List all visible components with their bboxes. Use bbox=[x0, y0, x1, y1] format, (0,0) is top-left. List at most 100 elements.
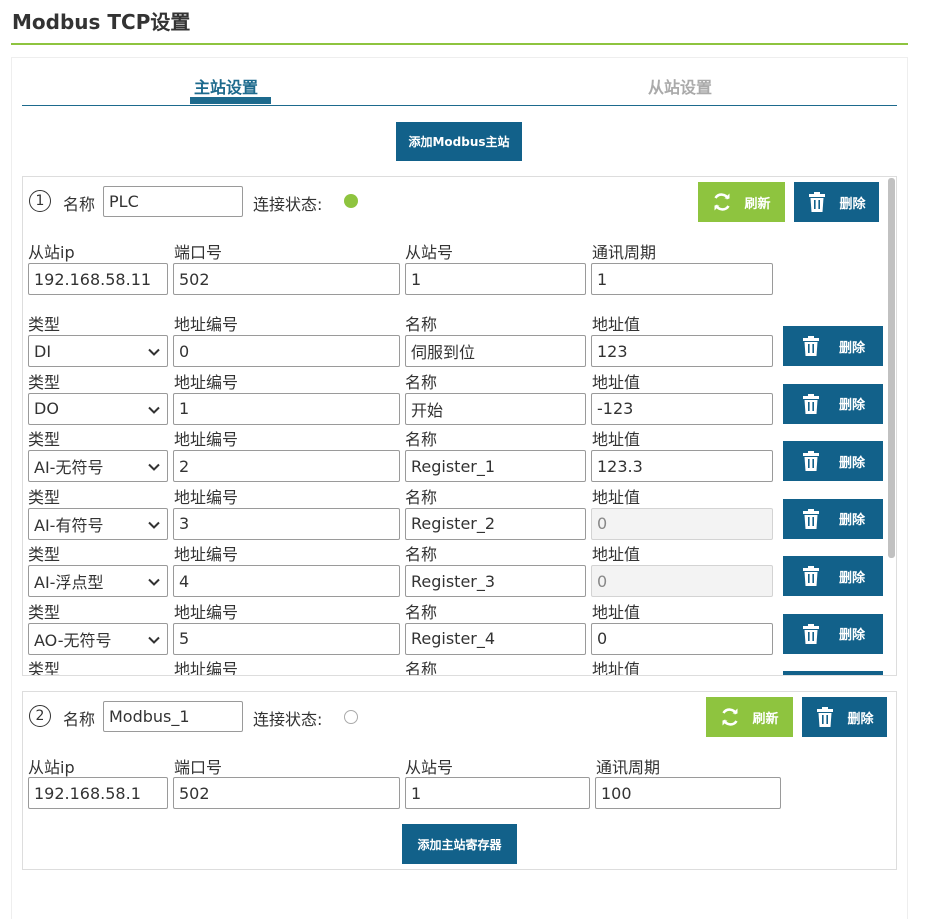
type-label: 类型 bbox=[28, 372, 61, 392]
slave-ip-input[interactable]: 192.168.58.1 bbox=[28, 777, 168, 809]
delete-register-button[interactable] bbox=[783, 671, 883, 675]
address-label: 地址编号 bbox=[174, 602, 239, 622]
value-label: 地址值 bbox=[592, 602, 641, 622]
refresh-icon bbox=[720, 707, 740, 727]
delete-register-button[interactable]: 删除 bbox=[783, 383, 883, 424]
refresh-button[interactable]: 刷新 bbox=[698, 182, 785, 222]
register-name-input[interactable]: Register_1 bbox=[405, 450, 586, 482]
period-input[interactable]: 1 bbox=[591, 263, 773, 295]
tab-bar: 主站设置 从站设置 bbox=[22, 68, 897, 106]
register-type-select[interactable]: AO-无符号 bbox=[28, 622, 168, 655]
register-name-input[interactable]: Register_2 bbox=[405, 507, 586, 540]
add-register-button[interactable]: 添加主站寄存器 bbox=[402, 824, 517, 864]
register-type-value: AI-浮点型 bbox=[34, 573, 104, 592]
scrollbar-thumb[interactable] bbox=[888, 178, 895, 558]
delete-register-button[interactable]: 删除 bbox=[783, 441, 883, 481]
refresh-label: 刷新 bbox=[752, 711, 779, 727]
register-value-input[interactable]: 0 bbox=[591, 622, 773, 655]
register-type-select[interactable]: AI-无符号 bbox=[28, 450, 168, 482]
refresh-label: 刷新 bbox=[744, 196, 771, 212]
register-name-input[interactable]: Register_3 bbox=[405, 565, 586, 597]
period-input[interactable]: 100 bbox=[595, 777, 781, 809]
delete-register-button[interactable]: 删除 bbox=[783, 613, 883, 654]
master-index-badge: 1 bbox=[29, 190, 51, 212]
trash-icon bbox=[807, 192, 827, 212]
status-connected-icon bbox=[344, 194, 358, 208]
register-address-input[interactable]: 0 bbox=[173, 335, 400, 367]
register-value-input[interactable]: 123.3 bbox=[591, 450, 773, 482]
delete-master-button[interactable]: 删除 bbox=[802, 697, 887, 737]
delete-register-button[interactable]: 删除 bbox=[783, 326, 883, 366]
slave-id-input[interactable]: 1 bbox=[405, 777, 590, 809]
register-name-input[interactable]: 开始 bbox=[405, 392, 586, 425]
trash-icon bbox=[801, 336, 821, 356]
port-input[interactable]: 502 bbox=[173, 777, 400, 809]
register-type-select[interactable]: DO bbox=[28, 392, 168, 425]
status-disconnected-icon bbox=[344, 710, 358, 724]
register-name-input[interactable]: 伺服到位 bbox=[405, 335, 586, 367]
address-label: 地址编号 bbox=[174, 545, 239, 564]
slave-ip-label: 从站ip bbox=[28, 243, 75, 262]
register-address-input[interactable]: 5 bbox=[173, 622, 400, 655]
chevron-down-icon bbox=[147, 344, 161, 358]
name-label: 名称 bbox=[63, 710, 96, 729]
type-label: 类型 bbox=[28, 602, 61, 622]
name-label: 名称 bbox=[63, 195, 96, 214]
slave-id-input[interactable]: 1 bbox=[405, 263, 586, 295]
register-name-input[interactable]: Register_4 bbox=[405, 622, 586, 655]
register-value-input[interactable]: -123 bbox=[591, 392, 773, 425]
delete-label: 删除 bbox=[838, 628, 865, 643]
chevron-down-icon bbox=[147, 517, 161, 531]
value-label: 地址值 bbox=[592, 660, 641, 676]
register-address-input[interactable]: 1 bbox=[173, 392, 400, 425]
connection-status-label: 连接状态: bbox=[253, 710, 323, 729]
title-divider bbox=[11, 43, 908, 45]
type-label: 类型 bbox=[28, 660, 61, 676]
value-label: 地址值 bbox=[592, 487, 641, 507]
active-tab-indicator bbox=[190, 97, 271, 104]
chevron-down-icon bbox=[147, 574, 161, 588]
delete-label: 删除 bbox=[838, 455, 865, 471]
tab-master-settings[interactable]: 主站设置 bbox=[194, 74, 258, 98]
trash-icon bbox=[815, 707, 835, 727]
register-type-value: AI-有符号 bbox=[34, 515, 104, 535]
type-label: 类型 bbox=[28, 430, 61, 449]
period-label: 通讯周期 bbox=[596, 758, 661, 777]
chevron-down-icon bbox=[147, 459, 161, 473]
address-label: 地址编号 bbox=[174, 430, 239, 449]
delete-register-button[interactable]: 删除 bbox=[783, 556, 883, 596]
delete-label: 删除 bbox=[838, 398, 865, 413]
page-title: Modbus TCP设置 bbox=[12, 10, 191, 34]
refresh-button[interactable]: 刷新 bbox=[706, 697, 793, 737]
trash-icon bbox=[801, 451, 821, 471]
delete-label: 删除 bbox=[838, 513, 865, 528]
chevron-down-icon bbox=[147, 402, 161, 416]
register-type-value: AO-无符号 bbox=[34, 630, 112, 650]
trash-icon bbox=[801, 566, 821, 586]
delete-register-button[interactable]: 删除 bbox=[783, 498, 883, 539]
add-master-button[interactable]: 添加Modbus主站 bbox=[396, 122, 522, 161]
slave-ip-input[interactable]: 192.168.58.11 bbox=[28, 263, 168, 295]
register-value-input[interactable]: 123 bbox=[591, 335, 773, 367]
delete-label: 删除 bbox=[838, 340, 865, 356]
register-type-value: DI bbox=[34, 341, 52, 361]
master-name-input[interactable]: PLC bbox=[103, 186, 243, 217]
tab-slave-settings[interactable]: 从站设置 bbox=[648, 74, 712, 98]
register-type-select[interactable]: DI bbox=[28, 335, 168, 367]
address-label: 地址编号 bbox=[174, 487, 239, 507]
master-name-input[interactable]: Modbus_1 bbox=[103, 701, 243, 732]
register-name-label: 名称 bbox=[405, 487, 438, 507]
register-address-input[interactable]: 4 bbox=[173, 565, 400, 597]
register-address-input[interactable]: 3 bbox=[173, 507, 400, 540]
port-input[interactable]: 502 bbox=[173, 263, 400, 295]
value-label: 地址值 bbox=[592, 315, 641, 334]
register-type-select[interactable]: AI-有符号 bbox=[28, 507, 168, 540]
register-type-select[interactable]: AI-浮点型 bbox=[28, 565, 168, 597]
register-address-input[interactable]: 2 bbox=[173, 450, 400, 482]
register-type-value: AI-无符号 bbox=[34, 458, 104, 477]
port-label: 端口号 bbox=[174, 243, 223, 262]
type-label: 类型 bbox=[28, 315, 61, 334]
delete-label: 删除 bbox=[847, 711, 874, 727]
delete-master-button[interactable]: 删除 bbox=[794, 182, 879, 222]
register-name-label: 名称 bbox=[405, 602, 438, 622]
